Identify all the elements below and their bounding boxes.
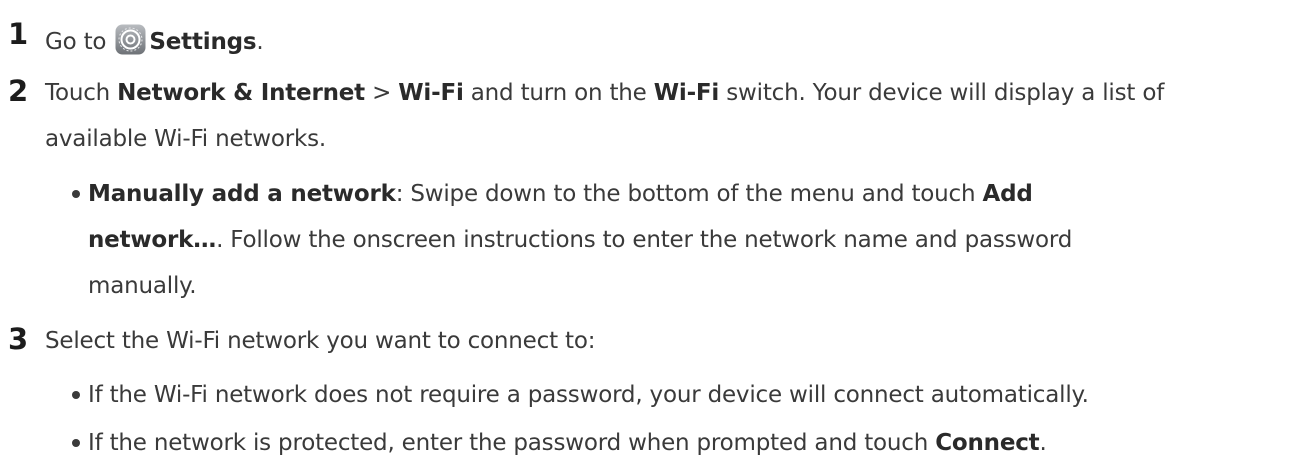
protected-text-a: If the network is protected, enter the p… (88, 430, 936, 456)
wifi-switch-label: Wi-Fi (653, 80, 720, 106)
manual-add-text-a: : Swipe down to the bottom of the menu a… (395, 181, 983, 207)
manual-add-line-3: manually. (88, 273, 197, 299)
step-2-text-c: and turn on the (463, 80, 654, 106)
step-2-line-1: Touch Network & Internet > Wi-Fi and tur… (45, 82, 1164, 105)
step-2-text-a: Touch (45, 80, 118, 106)
settings-label: Settings (149, 29, 257, 55)
wifi-label: Wi-Fi (398, 80, 464, 106)
protected-text-b: . (1039, 430, 1047, 456)
bullet-manual-add (72, 190, 80, 198)
add-label: Add (982, 181, 1033, 207)
step-number-1: 1 (8, 17, 29, 51)
step-1-text: Go to Settings. (45, 24, 264, 55)
manual-add-line-2: network…. Follow the onscreen instructio… (88, 229, 1072, 252)
step-1-suffix: . (256, 29, 264, 55)
step-2-line-2: available Wi-Fi networks. (45, 126, 327, 152)
manual-add-line-1: Manually add a network: Swipe down to th… (88, 183, 1033, 206)
settings-gear-icon (115, 24, 146, 55)
network-internet-label: Network & Internet (117, 80, 365, 106)
step-3-line-1: Select the Wi-Fi network you want to con… (45, 328, 596, 354)
bullet-no-password (72, 391, 80, 399)
no-password-text: If the Wi-Fi network does not require a … (88, 382, 1089, 408)
step-1-prefix: Go to (45, 29, 114, 55)
protected-text: If the network is protected, enter the p… (88, 432, 1047, 455)
step-2-text-d: switch. Your device will display a list … (719, 80, 1165, 106)
manual-add-title: Manually add a network (88, 181, 396, 207)
manual-add-text-b: . Follow the onscreen instructions to en… (216, 227, 1073, 253)
network-label: network… (88, 227, 217, 253)
step-number-2: 2 (8, 74, 29, 108)
step-number-3: 3 (8, 322, 29, 356)
connect-label: Connect (935, 430, 1040, 456)
bullet-protected (72, 439, 80, 447)
step-2-text-b: > (364, 80, 399, 106)
